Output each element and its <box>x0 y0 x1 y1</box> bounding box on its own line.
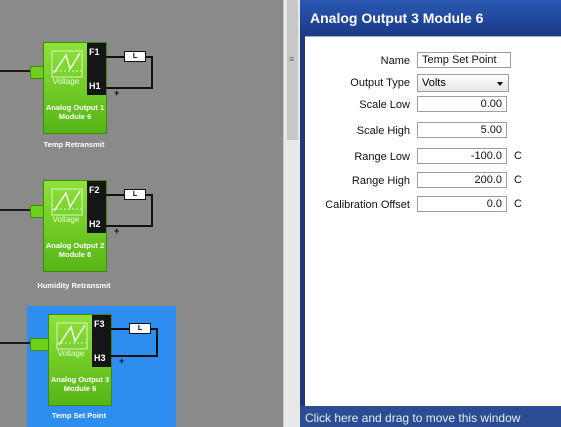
properties-form: Name Temp Set Point Output Type Volts Sc… <box>305 36 561 407</box>
range-low-label: Range Low <box>354 151 410 163</box>
panel-title: Analog Output 3 Module 6 <box>310 10 484 26</box>
output-type-value: Volts <box>422 77 446 89</box>
polarity-mark: + <box>114 226 120 236</box>
module-name: Analog Output 1 Module 6 <box>44 103 106 121</box>
output-type-label: Output Type <box>350 77 410 89</box>
output-type-select[interactable]: Volts <box>417 74 509 92</box>
terminal-label: H2 <box>89 219 101 229</box>
input-wire <box>0 209 30 211</box>
output-wire <box>106 56 124 58</box>
scale-high-label: Scale High <box>356 125 410 137</box>
properties-panel: Analog Output 3 Module 6 Name Temp Set P… <box>300 0 561 427</box>
terminal-strip: F1 H1 <box>87 43 106 95</box>
led-indicator[interactable]: L <box>124 51 146 62</box>
terminal-label: H1 <box>89 81 101 91</box>
scale-low-field[interactable]: 0.00 <box>417 96 507 112</box>
module-type-label: Voltage <box>52 77 80 86</box>
analog-output-2-block[interactable]: F2 H2 Voltage Analog Output 2 Module 6 <box>43 180 107 272</box>
led-indicator[interactable]: L <box>129 323 151 334</box>
name-field[interactable]: Temp Set Point <box>417 52 511 68</box>
terminal-label: F3 <box>94 319 105 329</box>
terminal-label: F2 <box>89 185 100 195</box>
module-name-line: Analog Output 3 <box>50 375 110 384</box>
analog-output-3-block[interactable]: F3 H3 Voltage Analog Output 3 Module 6 <box>48 314 112 406</box>
module-caption: Temp Set Point <box>51 411 107 420</box>
terminal-label: F1 <box>89 47 100 57</box>
output-wire <box>156 328 158 356</box>
drag-handle-bar[interactable]: Click here and drag to move this window <box>300 406 561 427</box>
analog-output-symbol-icon <box>51 50 83 78</box>
module-type-label: Voltage <box>57 349 85 358</box>
module-name: Analog Output 2 Module 6 <box>44 241 106 259</box>
output-wire <box>111 328 129 330</box>
scrollbar-thumb[interactable] <box>287 0 298 140</box>
terminal-strip: F3 H3 <box>92 315 111 367</box>
calibration-offset-unit: C <box>514 198 522 210</box>
terminal-label: H3 <box>94 353 106 363</box>
scale-low-label: Scale Low <box>359 99 410 111</box>
splitter-grip-icon[interactable]: ≡ <box>289 54 294 64</box>
name-label: Name <box>380 55 410 67</box>
workspace-canvas[interactable]: F1 H1 Voltage Analog Output 1 Module 6 L… <box>0 0 283 427</box>
calibration-offset-label: Calibration Offset <box>325 199 410 211</box>
module-name: Analog Output 3 Module 6 <box>49 375 111 393</box>
scale-high-field[interactable]: 5.00 <box>417 122 507 138</box>
input-wire <box>0 70 30 72</box>
analog-output-symbol-icon <box>56 322 88 350</box>
module-name-line: Module 6 <box>58 250 92 259</box>
range-low-field[interactable]: -100.0 <box>417 148 507 164</box>
chevron-down-icon <box>497 82 503 86</box>
led-indicator[interactable]: L <box>124 189 146 200</box>
panel-splitter[interactable]: ≡ <box>283 0 301 427</box>
module-caption: Temp Retransmit <box>43 140 105 149</box>
range-high-unit: C <box>514 174 522 186</box>
input-wire <box>0 342 30 344</box>
panel-title-bar[interactable]: Analog Output 3 Module 6 <box>300 0 561 36</box>
polarity-mark: + <box>119 356 125 366</box>
analog-output-symbol-icon <box>51 188 83 216</box>
module-caption: Humidity Retransmit <box>37 281 111 290</box>
output-wire <box>106 194 124 196</box>
module-name-line: Analog Output 1 <box>45 103 105 112</box>
terminal-strip: F2 H2 <box>87 181 106 233</box>
module-name-line: Module 6 <box>63 384 97 393</box>
module-type-label: Voltage <box>52 215 80 224</box>
calibration-offset-field[interactable]: 0.0 <box>417 196 507 212</box>
module-name-line: Analog Output 2 <box>45 241 105 250</box>
analog-output-1-block[interactable]: F1 H1 Voltage Analog Output 1 Module 6 <box>43 42 107 134</box>
range-low-unit: C <box>514 150 522 162</box>
output-wire <box>151 194 153 226</box>
range-high-label: Range High <box>351 175 410 187</box>
polarity-mark: + <box>114 88 120 98</box>
output-wire <box>151 56 153 88</box>
range-high-field[interactable]: 200.0 <box>417 172 507 188</box>
module-name-line: Module 6 <box>58 112 92 121</box>
